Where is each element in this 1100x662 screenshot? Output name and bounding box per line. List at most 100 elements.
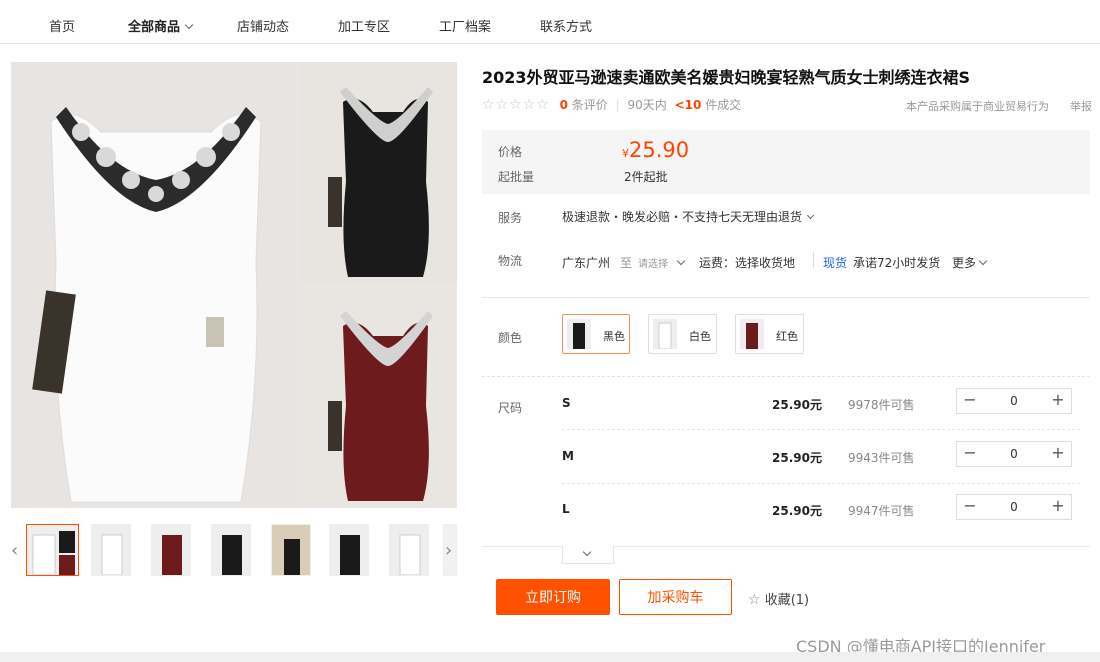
destination-select[interactable]: 请选择 <box>638 255 686 270</box>
star-icon: ☆ <box>748 592 761 608</box>
review-label: 条评价 <box>571 98 608 112</box>
minus-icon[interactable]: − <box>957 495 983 519</box>
more-link[interactable]: 更多 <box>952 254 988 271</box>
tab-all-products-label: 全部商品 <box>128 20 181 35</box>
thumbnail-7[interactable] <box>389 524 429 576</box>
chevron-right-icon[interactable]: › <box>445 540 452 561</box>
shipping-fee: 运费：选择收货地 <box>699 256 796 270</box>
quantity-input[interactable] <box>985 497 1043 517</box>
top-navigation: 首页 全部商品 店铺动态 加工专区 工厂档案 联系方式 <box>0 0 1100 44</box>
expand-sizes-button[interactable] <box>562 546 614 564</box>
quantity-input[interactable] <box>985 391 1043 411</box>
quantity-stepper: − + <box>956 441 1072 467</box>
quantity-input[interactable] <box>985 444 1043 464</box>
color-label: 颜色 <box>498 331 523 345</box>
price-value: ¥25.90 <box>622 138 689 162</box>
tab-all-products[interactable]: 全部商品 <box>128 16 194 35</box>
add-to-cart-button[interactable]: 加采购车 <box>619 579 732 615</box>
size-row-l: L 25.90元 9947件可售 − + <box>482 486 1090 538</box>
quantity-stepper: − + <box>956 388 1072 414</box>
white-swatch <box>653 319 677 349</box>
size-stock: 9943件可售 <box>848 451 915 465</box>
red-swatch <box>740 319 764 349</box>
color-name: 白色 <box>689 330 711 343</box>
divider <box>482 376 1090 377</box>
thumbnail-5[interactable] <box>271 524 311 576</box>
rating-row: ☆☆☆☆☆ 0 条评价 | 90天内 <10 件成交 <box>482 96 741 113</box>
currency-symbol: ¥ <box>622 147 629 160</box>
more-label: 更多 <box>952 256 977 270</box>
service-label: 服务 <box>498 211 523 225</box>
size-stock: 9978件可售 <box>848 398 915 412</box>
color-name: 红色 <box>776 330 798 343</box>
chevron-down-icon <box>184 20 194 30</box>
to-label: 至 <box>620 256 633 270</box>
size-price: 25.90元 <box>772 451 822 465</box>
sales-label: 件成交 <box>705 98 742 112</box>
shipping-promise: 承诺72小时发货 <box>853 256 941 270</box>
buy-now-button[interactable]: 立即订购 <box>496 579 610 615</box>
chevron-down-icon <box>582 547 592 557</box>
thumbnail-strip: ‹ › <box>11 522 457 578</box>
thumbnail-1[interactable] <box>26 524 79 576</box>
minus-icon[interactable]: − <box>957 389 983 413</box>
size-name: L <box>562 502 570 516</box>
tab-contact[interactable]: 联系方式 <box>540 16 592 35</box>
moq-label: 起批量 <box>498 170 535 184</box>
size-price: 25.90元 <box>772 398 822 412</box>
chevron-down-icon <box>978 256 988 266</box>
main-product-image[interactable] <box>11 62 457 508</box>
plus-icon[interactable]: + <box>1045 495 1071 519</box>
red-dress-photo <box>298 286 457 508</box>
price-label: 价格 <box>498 145 523 159</box>
black-swatch <box>567 319 591 349</box>
tab-processing[interactable]: 加工专区 <box>338 16 390 35</box>
chevron-down-icon <box>676 256 686 266</box>
plus-icon[interactable]: + <box>1045 389 1071 413</box>
size-name: S <box>562 396 571 410</box>
review-count[interactable]: 0 <box>560 98 568 112</box>
size-price: 25.90元 <box>772 504 822 518</box>
color-option-black[interactable]: 黑色 <box>562 314 630 354</box>
divider <box>562 483 1080 484</box>
favorite-label: 收藏(1) <box>764 593 810 608</box>
size-name: M <box>562 449 574 463</box>
divider <box>482 297 1090 298</box>
logistics-label: 物流 <box>498 254 523 268</box>
thumbnail-2[interactable] <box>91 524 131 576</box>
price-box: 价格 ¥25.90 起批量 2件起批 <box>482 130 1090 194</box>
price-number: 25.90 <box>629 138 690 162</box>
minus-icon[interactable]: − <box>957 442 983 466</box>
color-option-white[interactable]: 白色 <box>648 314 717 354</box>
quantity-stepper: − + <box>956 494 1072 520</box>
thumbnail-6[interactable] <box>329 524 369 576</box>
chevron-down-icon <box>806 211 815 220</box>
product-title: 2023外贸亚马逊速卖通欧美名媛贵妇晚宴轻熟气质女士刺绣连衣裙S <box>482 68 971 87</box>
black-dress-photo <box>298 62 457 284</box>
size-stock: 9947件可售 <box>848 504 915 518</box>
sales-period: 90天内 <box>627 98 667 112</box>
chevron-left-icon[interactable]: ‹ <box>11 540 18 561</box>
color-option-red[interactable]: 红色 <box>735 314 804 354</box>
sales-count: <10 <box>674 98 702 112</box>
color-name: 黑色 <box>603 330 625 343</box>
tab-home[interactable]: 首页 <box>49 16 75 35</box>
favorite-button[interactable]: ☆ 收藏(1) <box>748 589 809 608</box>
plus-icon[interactable]: + <box>1045 442 1071 466</box>
thumbnail-4[interactable] <box>211 524 251 576</box>
tab-store-news[interactable]: 店铺动态 <box>237 16 289 35</box>
divider <box>562 429 1080 430</box>
origin: 广东广州 <box>562 256 611 270</box>
thumbnail-3[interactable] <box>151 524 191 576</box>
service-text: 极速退款・晚发必赔・不支持七天无理由退货 <box>562 210 803 224</box>
tab-factory-profile[interactable]: 工厂档案 <box>439 16 491 35</box>
commerce-note: 本产品采购属于商业贸易行为 <box>906 100 1049 113</box>
report-link[interactable]: 举报 <box>1070 98 1092 114</box>
moq-value: 2件起批 <box>624 170 668 184</box>
service-dropdown[interactable]: 极速退款・晚发必赔・不支持七天无理由退货 <box>562 208 815 225</box>
destination-placeholder: 请选择 <box>638 259 668 270</box>
size-row-s: S 25.90元 9978件可售 − + <box>482 380 1090 432</box>
star-rating-icon: ☆☆☆☆☆ <box>482 97 550 113</box>
size-row-m: M 25.90元 9943件可售 − + <box>482 433 1090 485</box>
bottom-bar <box>0 652 1100 662</box>
